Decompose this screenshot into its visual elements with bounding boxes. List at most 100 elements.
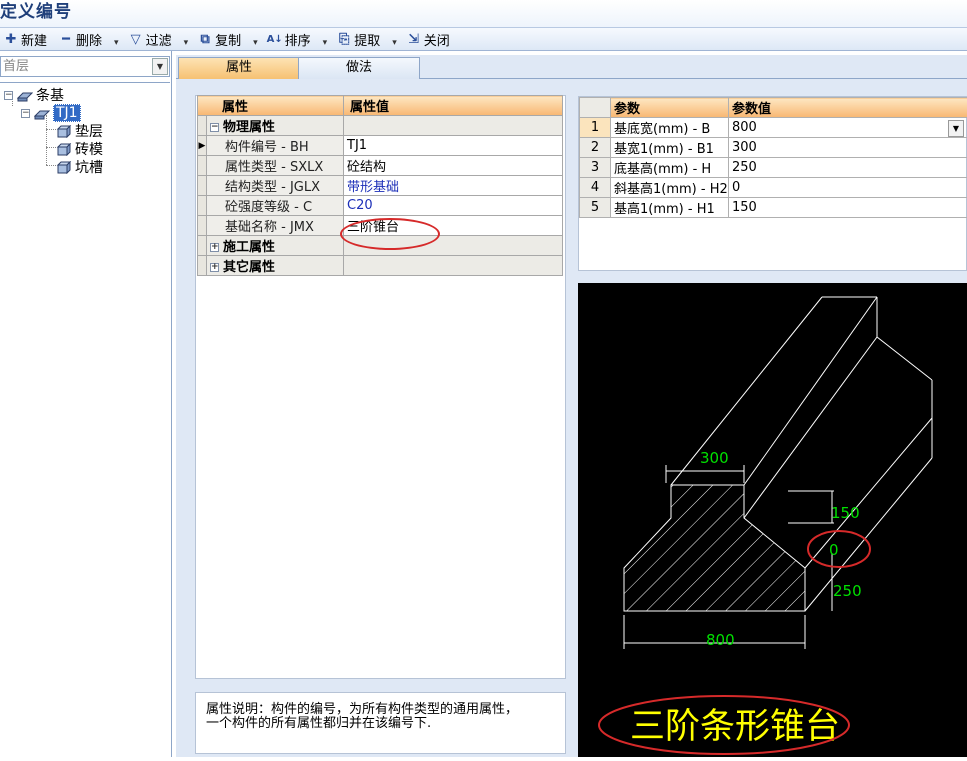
- right-pane: 属性 做法 属性 属性值 −物理属性 ▶ 构件编号 - BH TJ1 属性类型 …: [176, 55, 967, 757]
- property-name: 构件编号 - BH: [207, 136, 344, 156]
- dropdown-arrow-icon[interactable]: ▾: [253, 30, 258, 48]
- dim-b1-label: 300: [700, 449, 729, 467]
- delete-button[interactable]: ━ 删除: [55, 28, 106, 50]
- chevron-down-icon[interactable]: ▼: [152, 58, 168, 75]
- parameter-panel: 参数 参数值 1 基底宽(mm) - B 800 2 基宽1(mm) - B1 …: [578, 96, 967, 271]
- parameter-name: 基底宽(mm) - B: [611, 118, 729, 138]
- tree-node-child[interactable]: 坑槽: [56, 158, 103, 176]
- group-label[interactable]: +其它属性: [207, 256, 344, 276]
- shape-caption: 三阶条形锥台: [630, 707, 840, 747]
- parameter-name: 底基高(mm) - H: [611, 158, 729, 178]
- dim-h2-label: 0: [829, 541, 839, 559]
- row-number: 5: [580, 198, 611, 218]
- foundation-section-drawing: 300 150 0 250 800 三阶条形锥台: [578, 283, 967, 757]
- floor-select[interactable]: 首层 ▼: [0, 56, 170, 77]
- cube-icon: [56, 143, 72, 156]
- tree-line: [46, 165, 56, 166]
- tree-node-child[interactable]: 砖模: [56, 140, 103, 158]
- sort-button[interactable]: A↓ 排序: [264, 28, 315, 50]
- property-row[interactable]: 结构类型 - JGLX 带形基础: [198, 176, 563, 196]
- property-name: 结构类型 - JGLX: [207, 176, 344, 196]
- dropdown-arrow-icon[interactable]: ▾: [114, 30, 119, 48]
- copy-label: 复制: [215, 30, 241, 49]
- property-value[interactable]: TJ1: [344, 136, 563, 156]
- parameter-row[interactable]: 5 基高1(mm) - H1 150: [580, 198, 967, 218]
- filter-button[interactable]: ▽ 过滤: [125, 28, 176, 50]
- row-number: 2: [580, 138, 611, 158]
- parameter-row[interactable]: 2 基宽1(mm) - B1 300: [580, 138, 967, 158]
- property-name: 基础名称 - JMX: [207, 216, 344, 236]
- group-label[interactable]: −物理属性: [207, 116, 344, 136]
- filter-label: 过滤: [146, 30, 172, 49]
- row-number: 4: [580, 178, 611, 198]
- copy-button[interactable]: ⧉ 复制: [194, 28, 245, 50]
- property-value[interactable]: 带形基础: [344, 176, 563, 196]
- toolbar: ✚ 新建 ━ 删除 ▾ ▽ 过滤 ▾ ⧉ 复制 ▾ A↓ 排序 ▾ ⎘ 提取 ▾…: [0, 27, 967, 51]
- annotation-ellipse: [808, 531, 870, 567]
- property-row[interactable]: ▶ 构件编号 - BH TJ1: [198, 136, 563, 156]
- extract-button[interactable]: ⎘ 提取: [333, 28, 384, 50]
- collapse-icon[interactable]: −: [21, 109, 30, 118]
- row-pointer-icon: ▶: [198, 136, 207, 156]
- tree-child-label: 砖模: [75, 139, 103, 159]
- parameter-header-row: 参数 参数值: [580, 98, 967, 118]
- parameter-row[interactable]: 4 斜基高1(mm) - H2 0: [580, 178, 967, 198]
- parameter-value[interactable]: 250: [729, 158, 967, 178]
- tab-method[interactable]: 做法: [298, 57, 420, 79]
- tree-line: [46, 115, 47, 165]
- group-row[interactable]: −物理属性: [198, 116, 563, 136]
- window-title: 定义编号: [0, 0, 967, 27]
- collapse-icon[interactable]: −: [210, 123, 219, 132]
- extract-label: 提取: [354, 30, 380, 49]
- chevron-down-icon[interactable]: ▼: [948, 120, 964, 137]
- group-label[interactable]: +施工属性: [207, 236, 344, 256]
- description-line: 属性说明：构件的编号，为所有构件类型的通用属性，: [206, 703, 565, 717]
- property-name: 属性类型 - SXLX: [207, 156, 344, 176]
- new-label: 新建: [21, 30, 47, 49]
- dropdown-arrow-icon[interactable]: ▾: [323, 30, 328, 48]
- group-row[interactable]: +其它属性: [198, 256, 563, 276]
- tree-node-child[interactable]: 垫层: [56, 122, 103, 140]
- close-button[interactable]: ⇲ 关闭: [403, 28, 454, 50]
- row-number: 3: [580, 158, 611, 178]
- row-number: 1: [580, 118, 611, 138]
- funnel-icon: ▽: [129, 32, 143, 46]
- property-row[interactable]: 属性类型 - SXLX 砼结构: [198, 156, 563, 176]
- new-button[interactable]: ✚ 新建: [0, 28, 51, 50]
- property-name-header: 属性: [198, 96, 344, 116]
- property-value[interactable]: 砼结构: [344, 156, 563, 176]
- property-description: 属性说明：构件的编号，为所有构件类型的通用属性， 一个构件的所有属性都归并在该编…: [195, 692, 566, 754]
- tab-strip: 属性 做法: [176, 55, 967, 79]
- tree-node-root[interactable]: − 条基: [4, 86, 64, 104]
- parameter-name-header: 参数: [611, 98, 729, 118]
- parameter-value[interactable]: 0: [729, 178, 967, 198]
- parameter-value[interactable]: 150: [729, 198, 967, 218]
- tree-root-label: 条基: [36, 85, 64, 105]
- close-label: 关闭: [424, 30, 450, 49]
- property-name: 砼强度等级 - C: [207, 196, 344, 216]
- dropdown-arrow-icon[interactable]: ▾: [184, 30, 189, 48]
- cube-icon: [56, 161, 72, 174]
- annotation-ellipse: [340, 218, 440, 250]
- parameter-value-header: 参数值: [729, 98, 967, 118]
- expand-icon[interactable]: +: [210, 263, 219, 272]
- tree-selected-label: TJ1: [53, 104, 81, 122]
- parameter-value[interactable]: 800: [729, 118, 967, 138]
- property-header-row: 属性 属性值: [198, 96, 563, 116]
- tab-properties[interactable]: 属性: [178, 57, 300, 79]
- left-pane: 首层 ▼ − 条基 − TJ1: [0, 51, 172, 757]
- dropdown-arrow-icon[interactable]: ▾: [392, 30, 397, 48]
- dim-b-label: 800: [706, 631, 735, 649]
- extract-icon: ⎘: [337, 32, 351, 46]
- expand-icon[interactable]: +: [210, 243, 219, 252]
- parameter-row[interactable]: 1 基底宽(mm) - B 800: [580, 118, 967, 138]
- property-row[interactable]: 砼强度等级 - C C20: [198, 196, 563, 216]
- tree-node-selected[interactable]: − TJ1: [21, 104, 81, 122]
- sort-label: 排序: [285, 30, 311, 49]
- parameter-value[interactable]: 300: [729, 138, 967, 158]
- collapse-icon[interactable]: −: [4, 91, 13, 100]
- close-door-icon: ⇲: [407, 32, 421, 46]
- parameter-row[interactable]: 3 底基高(mm) - H 250: [580, 158, 967, 178]
- dim-h1-label: 150: [831, 504, 860, 522]
- property-value[interactable]: C20: [344, 196, 563, 216]
